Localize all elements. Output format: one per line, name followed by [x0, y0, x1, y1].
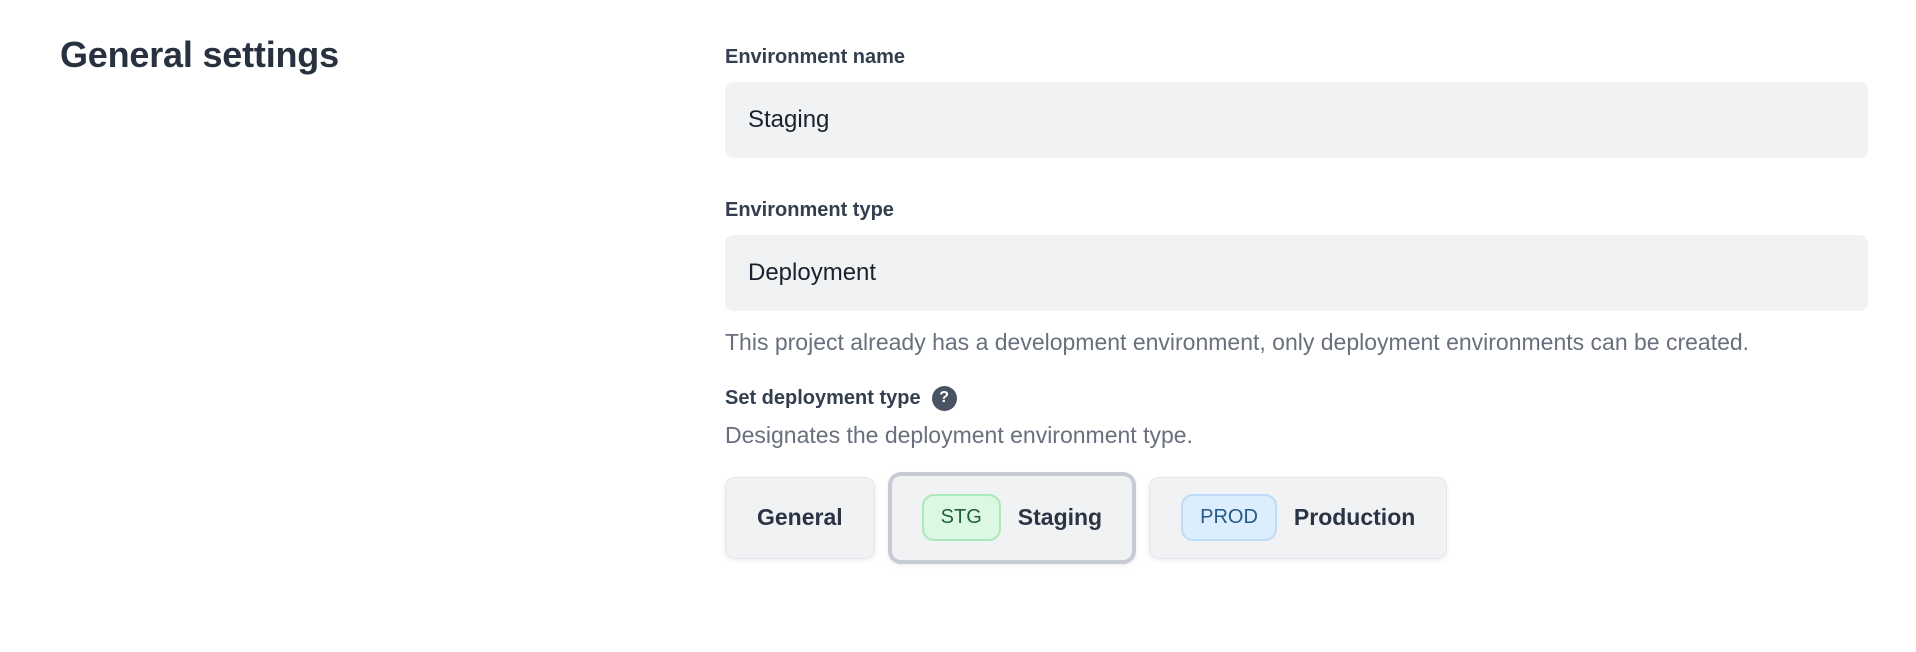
- environment-type-label: Environment type: [725, 199, 1868, 222]
- deployment-type-option-general[interactable]: General: [725, 477, 875, 559]
- deployment-type-label: Set deployment type: [725, 387, 921, 410]
- deployment-type-option-production-label: Production: [1294, 504, 1415, 531]
- production-badge: PROD: [1181, 494, 1277, 541]
- deployment-type-option-general-label: General: [757, 504, 843, 531]
- deployment-type-label-row: Set deployment type ?: [725, 386, 1868, 411]
- question-mark-icon[interactable]: ?: [932, 386, 957, 411]
- environment-name-label: Environment name: [725, 46, 1868, 69]
- settings-form: Environment name Environment type This p…: [725, 34, 1868, 564]
- deployment-type-description: Designates the deployment environment ty…: [725, 422, 1868, 449]
- environment-type-help-text: This project already has a development e…: [725, 326, 1825, 359]
- deployment-type-option-staging-label: Staging: [1018, 504, 1102, 531]
- deployment-type-options: General STG Staging PROD Production: [725, 472, 1868, 564]
- page-title: General settings: [60, 34, 725, 76]
- deployment-type-option-staging[interactable]: STG Staging: [888, 472, 1136, 564]
- environment-type-input[interactable]: [725, 235, 1868, 311]
- deployment-type-option-production[interactable]: PROD Production: [1149, 477, 1447, 559]
- staging-badge: STG: [922, 494, 1001, 541]
- environment-name-input[interactable]: [725, 82, 1868, 158]
- settings-section-header: General settings: [60, 34, 725, 564]
- general-settings-page: General settings Environment name Enviro…: [0, 0, 1916, 564]
